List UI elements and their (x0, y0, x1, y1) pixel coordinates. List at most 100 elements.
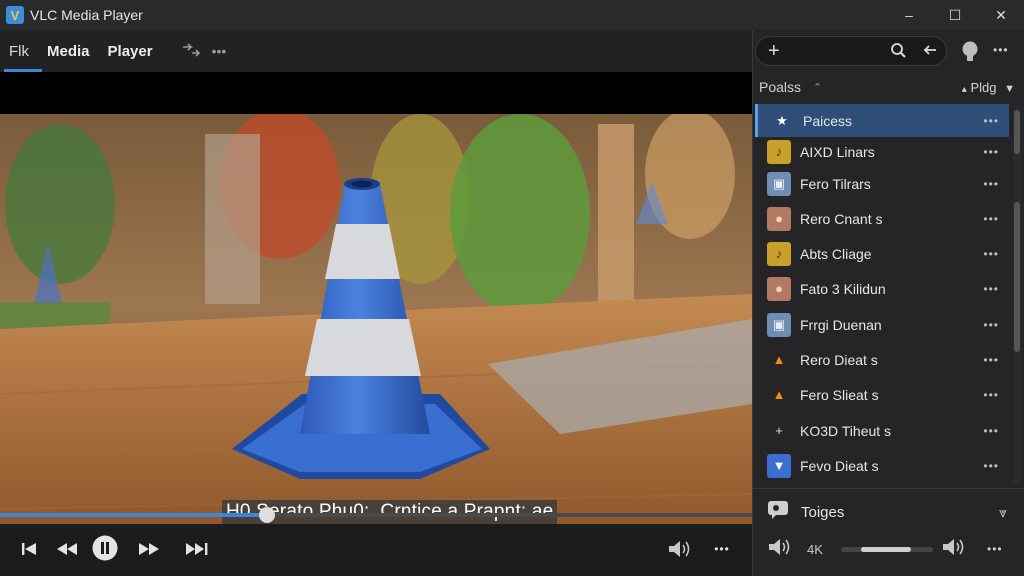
playlist-item[interactable]: ♪ AIXD Linars ••• (755, 135, 1009, 168)
playlist-item-label: Rero Dieat s (800, 351, 878, 368)
playlist-item[interactable]: ▣ Frrgi Duenan ••• (755, 308, 1009, 341)
image-thumb-icon: ▣ (767, 171, 791, 196)
playlist-item[interactable]: ● Fato 3 Kilidun ••• (755, 272, 1009, 305)
playlist-item-label: AIXD Linars (800, 143, 875, 160)
person-thumb-icon: ● (767, 206, 791, 231)
volume-icon[interactable] (666, 536, 694, 562)
chat-icon[interactable] (767, 500, 791, 525)
cast-icon[interactable] (176, 42, 206, 60)
item-more-icon[interactable]: ••• (983, 177, 999, 191)
panel-more-icon[interactable]: ••• (993, 43, 1009, 57)
tools-label: Toiges (801, 503, 845, 521)
panel-divider (753, 488, 1024, 489)
volume-more-icon[interactable]: ••• (987, 542, 1003, 556)
playlist-item[interactable]: ▣ Fero Tilrars ••• (755, 167, 1009, 200)
video-area[interactable]: H0 Serato Phu0:. Crntice a Prapnt: ae ◂|… (0, 72, 752, 564)
title-bar: V VLC Media Player – ☐ ✕ (0, 0, 1024, 30)
window-title: VLC Media Player (30, 7, 143, 23)
item-more-icon[interactable]: ••• (983, 388, 999, 402)
add-icon[interactable]: + (768, 40, 780, 63)
playlist-item[interactable]: ♪ Abts Cliage ••• (755, 237, 1009, 270)
window-controls: – ☐ ✕ (886, 0, 1024, 30)
panel-volume-slider[interactable] (841, 547, 933, 552)
expand-down-icon[interactable]: ⩔ (999, 504, 1007, 521)
playlist-header-label: Poalss (759, 79, 802, 95)
skip-forward-icon[interactable] (184, 536, 210, 562)
item-more-icon[interactable]: ••• (983, 353, 999, 367)
item-more-icon[interactable]: ••• (983, 247, 999, 261)
scrollbar-thumb-top[interactable] (1014, 110, 1020, 154)
maximize-button[interactable]: ☐ (932, 0, 978, 30)
more-options-icon[interactable]: ••• (710, 536, 734, 562)
item-more-icon[interactable]: ••• (983, 318, 999, 332)
cast-button-icon[interactable] (959, 40, 981, 67)
playlist-item-label: Fero Tilrars (800, 175, 871, 192)
playlist-scrollbar[interactable] (1013, 106, 1021, 486)
playlist-item-label: Fato 3 Kilidun (800, 280, 886, 297)
quality-label: 4K (807, 541, 823, 557)
transport-controls: ••• (0, 524, 752, 576)
speaker-icon[interactable] (767, 537, 793, 562)
playlist-item-label: Paicess (803, 112, 853, 129)
playlist-item[interactable]: ▲ Rero Dieat s ••• (755, 343, 1009, 376)
playlist-item-label: Rero Cnant s (800, 210, 883, 227)
playlist-list: ★ Paicess ••• ♪ AIXD Linars ••• ▣ Fero Tilrars •… (753, 102, 1015, 488)
sort-label: Pldg (970, 79, 997, 95)
close-button[interactable]: ✕ (978, 0, 1024, 30)
playlist-item-label: Fevo Dieat s (800, 457, 879, 474)
more-horizontal-icon[interactable]: ••• (206, 43, 233, 59)
menu-player[interactable]: Player (99, 30, 162, 72)
item-more-icon[interactable]: ••• (983, 212, 999, 226)
item-more-icon[interactable]: ••• (983, 114, 999, 128)
playlist-item-label: Fero Slieat s (800, 386, 879, 403)
chevron-down-icon: ▼ (1004, 82, 1015, 95)
item-more-icon[interactable]: ••• (983, 459, 999, 473)
skip-back-icon[interactable] (18, 536, 40, 562)
music-thumb-icon: ♪ (767, 241, 791, 266)
seek-handle[interactable] (258, 507, 275, 523)
item-more-icon[interactable]: ••• (983, 282, 999, 296)
star-icon: ★ (776, 112, 788, 128)
collapse-icon[interactable]: ⌃ (813, 81, 822, 94)
item-more-icon[interactable]: ••• (983, 424, 999, 438)
playlist-item[interactable]: + KO3D Tiheut s ••• (755, 414, 1009, 447)
fast-forward-icon[interactable] (136, 536, 162, 562)
music-thumb-icon: ♪ (767, 139, 791, 164)
playlist-item-label: KO3D Tiheut s (800, 422, 892, 439)
menu-bar: Flk Media Player ••• (0, 30, 752, 72)
playlist-item-label: Frrgi Duenan (800, 316, 882, 333)
video-frame (0, 114, 752, 539)
vlc-cone-icon: ▲ (772, 352, 786, 367)
tools-row: Toiges ⩔ (753, 498, 1024, 526)
sort-arrow-icon: ▴ (961, 83, 967, 95)
item-more-icon[interactable]: ••• (983, 145, 999, 159)
search-bar[interactable]: + (755, 36, 947, 66)
image-thumb-icon: ▣ (767, 312, 791, 337)
playlist-item[interactable]: ★ Paicess ••• (755, 104, 1009, 137)
playlist-item[interactable]: ▼ Fevo Dieat s ••• (755, 449, 1009, 482)
seek-progress (0, 513, 267, 517)
plus-icon: + (775, 423, 783, 438)
panel-volume-level (861, 547, 912, 552)
search-icon[interactable] (890, 42, 906, 63)
seek-bar[interactable] (0, 507, 752, 523)
scrollbar-thumb[interactable] (1014, 202, 1020, 352)
sort-dropdown[interactable]: ▴ Pldg ▼ (962, 80, 1015, 95)
vlc-cone-icon: ▲ (772, 387, 786, 402)
panel-volume-row: 4K ••• (753, 536, 1024, 562)
vlc-logo-icon: V (6, 6, 24, 24)
chevron-down-circle-icon: ▼ (767, 453, 791, 478)
back-arrow-icon[interactable] (922, 42, 938, 63)
person-thumb-icon: ● (767, 276, 791, 301)
minimize-button[interactable]: – (886, 0, 932, 30)
menu-file[interactable]: Flk (0, 30, 42, 72)
playlist-item[interactable]: ● Rero Cnant s ••• (755, 202, 1009, 235)
menu-media[interactable]: Media (38, 30, 99, 72)
speaker-loud-icon[interactable] (941, 537, 967, 562)
playlist-header: Poalss ⌃ ▴ Pldg ▼ (753, 72, 1024, 102)
playlist-panel: + ••• Poalss ⌃ ▴ Pldg ▼ ★ Paicess ••• ♪ AIXD… (752, 30, 1024, 576)
pause-button[interactable] (92, 535, 118, 561)
rewind-icon[interactable] (54, 536, 80, 562)
playlist-item-label: Abts Cliage (800, 245, 872, 262)
playlist-item[interactable]: ▲ Fero Slieat s ••• (755, 378, 1009, 411)
